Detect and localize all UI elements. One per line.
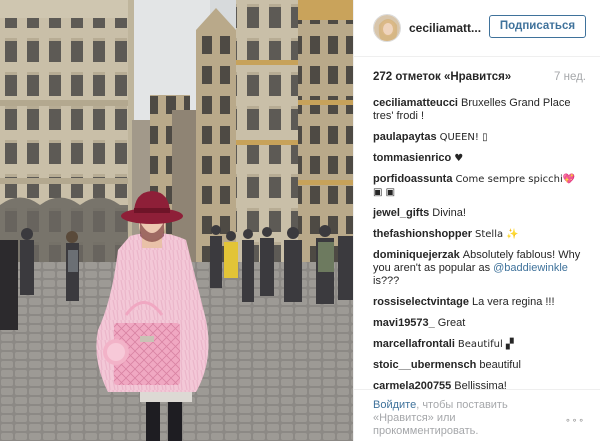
post-photo bbox=[0, 0, 353, 441]
comment-item: thefashionshopper Stella ✨ bbox=[373, 228, 583, 241]
comment-text: beautiful bbox=[479, 359, 521, 371]
comment-item: mavi19573_ Great bbox=[373, 317, 583, 330]
comment-username[interactable]: dominiquejerzak bbox=[373, 249, 460, 261]
comment-username[interactable]: marcellafrontali bbox=[373, 338, 455, 350]
comment-text: Stella ✨ bbox=[475, 229, 519, 240]
likes-row: 272 отметок «Нравится» 7 нед. bbox=[373, 71, 586, 87]
mention-link[interactable]: @baddiewinkle bbox=[493, 262, 568, 274]
comment-username[interactable]: thefashionshopper bbox=[373, 228, 472, 240]
more-options-icon[interactable]: ∘∘∘ bbox=[565, 415, 585, 426]
comment-text: Beautiful ▞ bbox=[457, 339, 514, 350]
login-prompt: Войдите, чтобы поставить «Нравится» или … bbox=[373, 399, 548, 438]
comment-item: paulapaytas QUEEN! ▯ bbox=[373, 131, 583, 144]
follow-button[interactable]: Подписаться bbox=[489, 15, 586, 38]
comment-username[interactable]: paulapaytas bbox=[373, 131, 437, 143]
comment-text: Divina! bbox=[432, 207, 466, 219]
comment-item: porfidoassunta Come sempre spicchi💖▣ ▣ bbox=[373, 173, 583, 199]
comment-item: tommasienrico ♥ bbox=[373, 152, 583, 165]
comment-username[interactable]: mavi19573_ bbox=[373, 317, 435, 329]
comment-item: dominiquejerzak Absolutely fablous! Why y… bbox=[373, 249, 583, 288]
post-sidebar: ceciliamatt... Подписаться 272 отметок «… bbox=[353, 0, 600, 441]
comment-username[interactable]: porfidoassunta bbox=[373, 173, 452, 185]
comment-list: ceciliamatteucci Bruxelles Grand Place tr… bbox=[373, 97, 583, 401]
comment-username[interactable]: stoic__ubermensch bbox=[373, 359, 476, 371]
comment-text: QUEEN! ▯ bbox=[439, 132, 488, 143]
comment-username[interactable]: jewel_gifts bbox=[373, 207, 429, 219]
avatar[interactable] bbox=[373, 14, 401, 42]
comment-text: La vera regina !!! bbox=[472, 296, 555, 308]
likes-count[interactable]: 272 отметок «Нравится» bbox=[373, 71, 511, 83]
comment-item: jewel_gifts Divina! bbox=[373, 207, 583, 220]
comment-username[interactable]: rossiselectvintage bbox=[373, 296, 469, 308]
comment-text-after: is??? bbox=[373, 275, 400, 287]
comment-username[interactable]: tommasienrico bbox=[373, 152, 451, 164]
comment-item: ceciliamatteucci Bruxelles Grand Place tr… bbox=[373, 97, 583, 123]
comment-item: stoic__ubermensch beautiful bbox=[373, 359, 583, 372]
comment-text: Great bbox=[437, 317, 466, 329]
post-header: ceciliamatt... Подписаться bbox=[354, 0, 600, 57]
comment-item: marcellafrontali Beautiful ▞ bbox=[373, 338, 583, 351]
comment-text: ♥ bbox=[454, 153, 464, 164]
comment-item: rossiselectvintage La vera regina !!! bbox=[373, 296, 583, 309]
post-age[interactable]: 7 нед. bbox=[554, 71, 586, 83]
post-footer: Войдите, чтобы поставить «Нравится» или … bbox=[354, 389, 600, 441]
comment-username[interactable]: ceciliamatteucci bbox=[373, 97, 458, 109]
login-link[interactable]: Войдите bbox=[373, 399, 416, 411]
username-link[interactable]: ceciliamatt... bbox=[409, 21, 481, 35]
